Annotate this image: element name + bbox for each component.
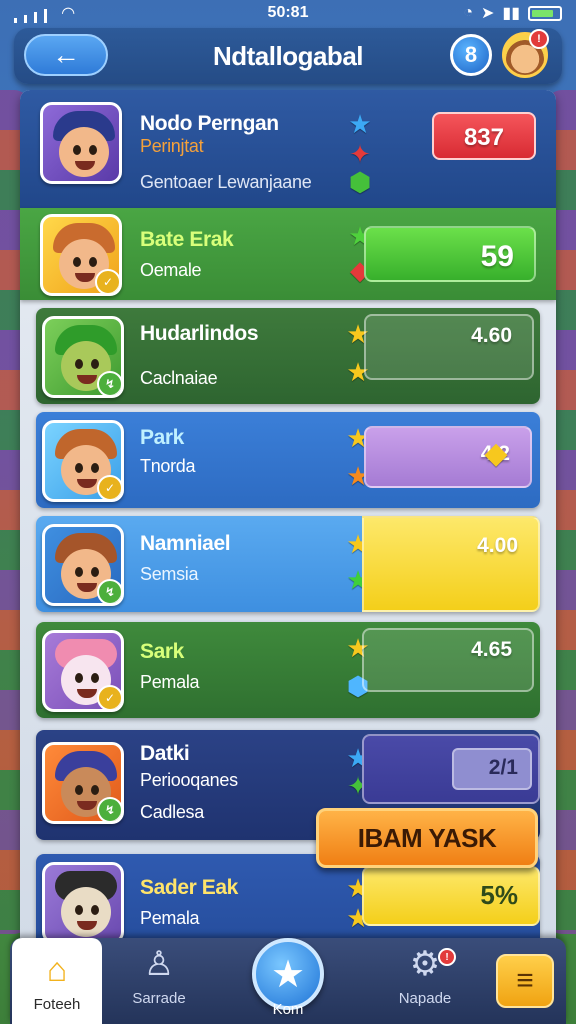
score-bar: 59 [364,226,536,282]
home-icon: ⌂ [46,951,68,989]
score-bar: 4.00 [362,516,540,612]
back-button[interactable]: ← [24,34,108,76]
signal-icon: ◠ [14,3,74,23]
score-bar: 2/1 [362,734,540,804]
player-subtitle: Caclnaiae [140,368,218,388]
player-score: 4.00 [477,534,518,557]
rank-badge: ↯ [97,797,121,821]
notification-badge: ! [529,29,549,49]
leaderboard-row[interactable]: ↯ Namniael Semsia ★ ★ 4.00 [36,516,540,612]
back-arrow-icon: ← [52,39,80,70]
player-avatar: ↯ [42,742,124,824]
gold-coin-icon: ◆ [484,437,508,470]
menu-icon: ≡ [516,964,534,997]
player-subtitle: Periooqanes [140,770,238,790]
green-gem-icon: ⬢ [348,167,372,197]
player-score: 837 [463,124,504,151]
profile-avatar[interactable]: ! [502,29,549,78]
red-gem-icon: ✦ [349,139,371,169]
leaderboard-row[interactable]: ✓ Bate Erak Oemale ★ ◆ 59 [20,208,556,300]
bottom-nav: ⌂ Foteeh ♙ Sarrade ★ Kom ⚙ Napade ! ≡ [10,938,566,1024]
notification-badge: ! [438,948,456,966]
player-subtitle: Semsia [140,564,199,584]
battery-icon [528,5,562,21]
status-time: 50:81 [267,4,309,21]
player-name: Hudarlindos [140,322,259,345]
player-name: Park [140,426,184,449]
alarm-icon: ◔ [463,4,473,21]
score-box: 837 [432,112,536,160]
rank-badge: ✓ [95,269,119,293]
location-icon: ➤ [480,5,495,22]
player-avatar: ↯ [42,524,124,606]
player-score: 59 [480,240,514,273]
player-name: Nodo Perngan [140,112,279,135]
player-subtitle: Tnorda [140,456,196,476]
player-score: 4.60 [471,324,512,347]
signal-strength-icon: ▮▮ [502,5,520,22]
player-name: Datki [140,742,190,765]
player-score: 5% [480,880,518,910]
rank-badge: ✓ [97,475,121,499]
player-avatar: ✓ [40,214,122,296]
player-subtitle: Pemala [140,908,200,928]
player-score: 4.65 [471,638,512,661]
player-name: Sark [140,640,184,663]
player-detail: Cadlesa [140,802,204,822]
player-avatar [42,862,124,944]
leaderboard-row[interactable]: ✓ Park Tnorda ★ ★ 4.2 ◆ [36,412,540,508]
blue-star-icon: ★ [348,109,372,139]
rank-badge: ↯ [97,579,121,603]
leaderboard-row[interactable]: ↯ Hudarlindos Caclnaiae ★ ★ 4.60 [36,308,540,404]
menu-button[interactable]: ≡ [496,954,554,1008]
player-avatar [40,102,122,184]
nav-settings[interactable]: ⚙ Napade ! [380,942,470,1018]
nav-home-label: Foteeh [33,996,81,1013]
nav-sarrade[interactable]: ♙ Sarrade [114,942,204,1018]
nav-sarrade-label: Sarrade [132,990,186,1007]
player-name: Namniael [140,532,231,555]
star-icon: ★ [270,953,306,996]
leaderboard-row[interactable]: ✓ Sark Pemala ★ ⬢ 4.65 [36,622,540,718]
player-subtitle: Oemale [140,260,202,280]
player-name: Sader Eak [140,876,238,899]
wifi-icon: ◠ [62,5,75,22]
player-detail: Gentoaer Lewanjaane [140,172,312,192]
nav-center-label: Kom [272,1001,304,1018]
rank-badge: ↯ [97,371,121,395]
player-subtitle: Pemala [140,672,200,692]
nav-center-star-button[interactable]: ★ [252,938,324,1010]
score-bar: 5% [362,866,540,926]
gear-icon: ⚙ [409,945,441,983]
level-badge[interactable]: 8 [450,34,492,76]
score-bar: 4.65 [362,628,534,692]
status-bar: ◠ 50:81 ◔ ➤ ▮▮ [0,0,576,26]
leaderboard-row[interactable]: Nodo Perngan Perinjtat Gentoaer Lewanjaa… [20,90,556,208]
top-header: ← Ndtallogabal 8 ! [14,28,562,84]
player-name: Bate Erak [140,228,234,251]
person-icon: ♙ [143,945,175,983]
player-score: 2/1 [488,756,518,779]
team-button[interactable]: IBAM YASK [316,808,538,868]
score-bar: 4.60 [364,314,534,380]
nav-home[interactable]: ⌂ Foteeh [12,938,102,1024]
player-avatar: ✓ [42,420,124,502]
player-avatar: ↯ [42,316,124,398]
player-avatar: ✓ [42,630,124,712]
nav-settings-label: Napade [398,990,452,1007]
player-subtitle: Perinjtat [140,136,204,156]
rank-badge: ✓ [97,685,121,709]
leaderboard-row[interactable]: Sader Eak Pemala ★ ★ 5% [36,854,540,950]
